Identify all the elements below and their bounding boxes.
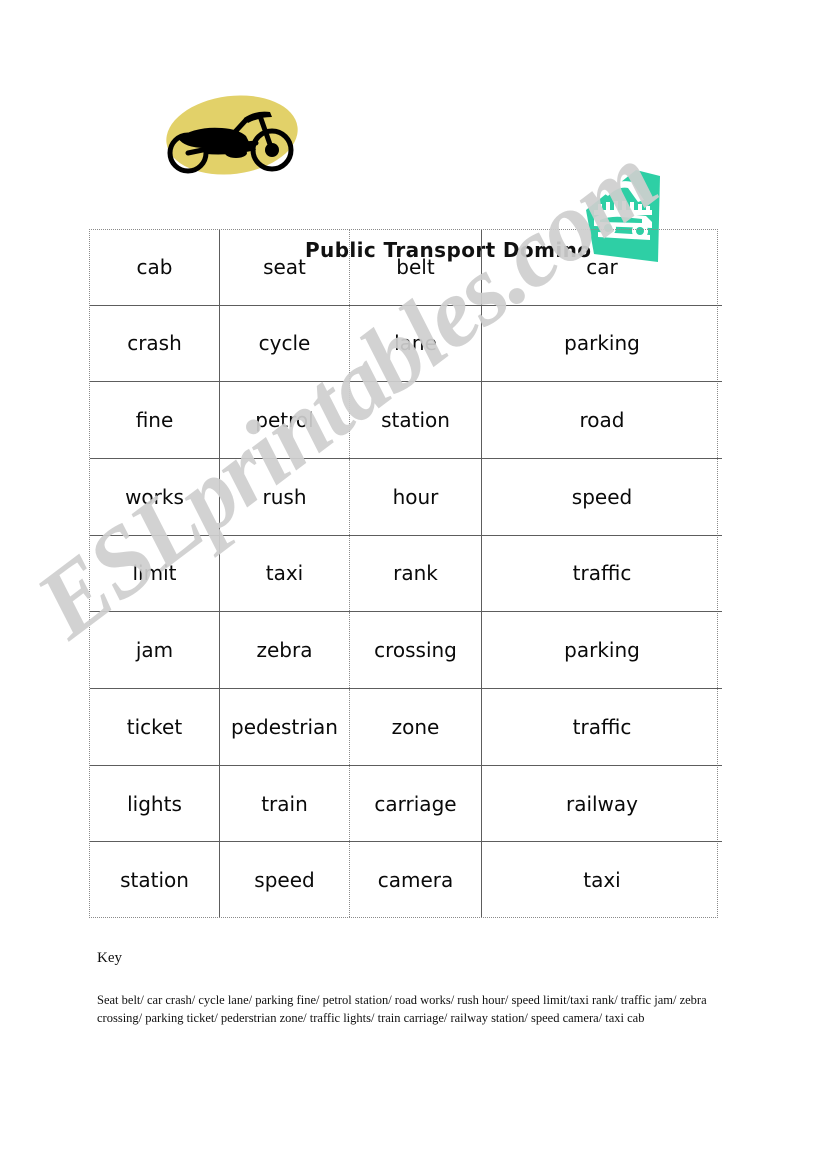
table-row: lights train carriage railway: [90, 765, 722, 843]
domino-cell[interactable]: railway: [481, 765, 722, 843]
domino-cell[interactable]: ticket: [90, 688, 220, 766]
domino-cell[interactable]: train: [219, 765, 350, 843]
motorcycle-icon: [160, 88, 310, 182]
table-row: fine petrol station road: [90, 381, 722, 459]
domino-cell[interactable]: rush: [219, 458, 350, 536]
key-section: Key Seat belt/ car crash/ cycle lane/ pa…: [97, 950, 737, 1027]
domino-cell[interactable]: works: [90, 458, 220, 536]
domino-cell[interactable]: carriage: [349, 765, 482, 843]
table-row: jam zebra crossing parking: [90, 611, 722, 689]
domino-table: cab seat belt car crash cycle lane parki…: [90, 230, 722, 917]
table-row: limit taxi rank traffic: [90, 535, 722, 613]
motorcycle-glyph: [167, 111, 294, 174]
page-header: Public Transport Domino: [0, 78, 821, 262]
domino-cell[interactable]: seat: [219, 230, 350, 306]
table-row: cab seat belt car: [90, 230, 722, 306]
domino-cell[interactable]: limit: [90, 535, 220, 613]
domino-cell[interactable]: road: [481, 381, 722, 459]
table-row: works rush hour speed: [90, 458, 722, 536]
domino-cell[interactable]: zone: [349, 688, 482, 766]
domino-cell[interactable]: traffic: [481, 535, 722, 613]
domino-cell[interactable]: speed: [219, 841, 350, 917]
table-row: ticket pedestrian zone traffic: [90, 688, 722, 766]
domino-cell[interactable]: station: [90, 841, 220, 917]
domino-cell[interactable]: belt: [349, 230, 482, 306]
domino-cell[interactable]: car: [481, 230, 722, 306]
key-heading: Key: [97, 950, 122, 966]
domino-cell[interactable]: lane: [349, 305, 482, 383]
domino-cell[interactable]: hour: [349, 458, 482, 536]
domino-cell[interactable]: petrol: [219, 381, 350, 459]
domino-cell[interactable]: jam: [90, 611, 220, 689]
domino-cell[interactable]: parking: [481, 305, 722, 383]
domino-cell[interactable]: crash: [90, 305, 220, 383]
domino-cell[interactable]: speed: [481, 458, 722, 536]
table-row: crash cycle lane parking: [90, 305, 722, 383]
key-answers: Seat belt/ car crash/ cycle lane/ parkin…: [97, 993, 707, 1026]
domino-cell[interactable]: cab: [90, 230, 220, 306]
domino-cell[interactable]: parking: [481, 611, 722, 689]
domino-cell[interactable]: cycle: [219, 305, 350, 383]
domino-cell[interactable]: rank: [349, 535, 482, 613]
domino-cell[interactable]: lights: [90, 765, 220, 843]
domino-cell[interactable]: camera: [349, 841, 482, 917]
domino-cell[interactable]: taxi: [219, 535, 350, 613]
domino-cell[interactable]: crossing: [349, 611, 482, 689]
domino-cell[interactable]: zebra: [219, 611, 350, 689]
domino-cell[interactable]: fine: [90, 381, 220, 459]
domino-grid: cab seat belt car crash cycle lane parki…: [89, 229, 722, 918]
domino-cell[interactable]: taxi: [482, 842, 723, 917]
table-row: station speed camera taxi: [90, 841, 723, 917]
domino-cell[interactable]: traffic: [481, 688, 722, 766]
domino-cell[interactable]: pedestrian: [219, 688, 350, 766]
domino-cell[interactable]: station: [349, 381, 482, 459]
